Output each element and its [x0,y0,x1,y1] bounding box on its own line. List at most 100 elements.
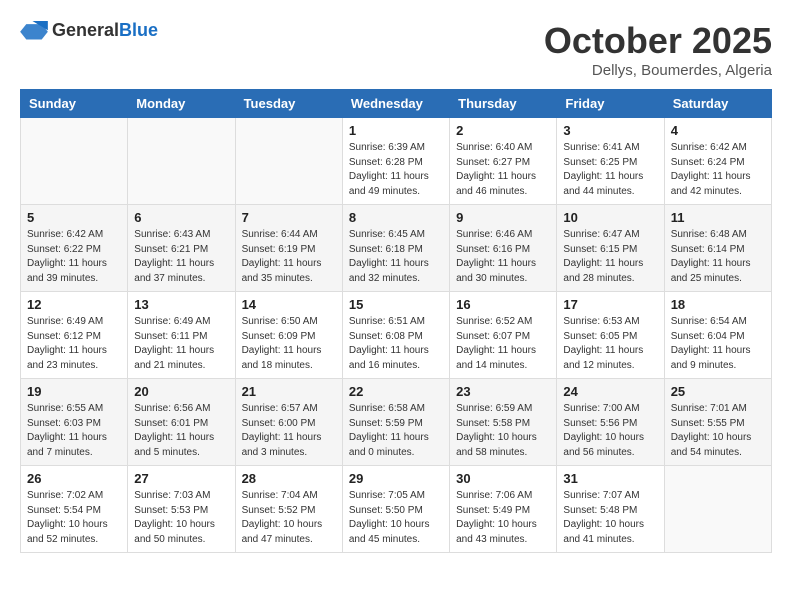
day-info: Sunrise: 6:55 AM Sunset: 6:03 PM Dayligh… [27,402,121,460]
logo-text-general: General [52,20,119,40]
calendar-week-row: 1 Sunrise: 6:39 AM Sunset: 6:28 PM Daylig… [21,118,772,205]
day-number: 25 [671,384,765,399]
day-number: 3 [563,123,657,138]
day-info: Sunrise: 7:01 AM Sunset: 5:55 PM Dayligh… [671,402,765,460]
calendar-cell: 16Sunrise: 6:52 AM Sunset: 6:07 PM Dayli… [450,292,557,379]
day-number: 24 [563,384,657,399]
calendar-cell: 29Sunrise: 7:05 AM Sunset: 5:50 PM Dayli… [342,466,449,553]
day-number: 2 [456,123,550,138]
calendar-cell: 30 Sunrise: 7:06 AM Sunset: 5:49 PM Dayli… [450,466,557,553]
calendar-cell: 13Sunrise: 6:49 AM Sunset: 6:11 PM Dayli… [128,292,235,379]
day-info: Sunrise: 6:42 AM Sunset: 6:24 PM Dayligh… [671,141,765,199]
day-info: Sunrise: 7:00 AM Sunset: 5:56 PM Dayligh… [563,402,657,460]
day-number: 21 [242,384,336,399]
day-number: 10 [563,210,657,225]
calendar-table: SundayMondayTuesdayWednesdayThursdayFrid… [20,89,772,553]
calendar-cell: 3Sunrise: 6:41 AM Sunset: 6:25 PM Daylig… [557,118,664,205]
calendar-cell: 18 Sunrise: 6:54 AM Sunset: 6:04 PM Dayli… [664,292,771,379]
calendar-cell: 24 Sunrise: 7:00 AM Sunset: 5:56 PM Dayli… [557,379,664,466]
day-info: Sunrise: 6:39 AM Sunset: 6:28 PM Dayligh… [349,141,443,199]
day-info: Sunrise: 6:40 AM Sunset: 6:27 PM Dayligh… [456,141,550,199]
calendar-cell [21,118,128,205]
day-number: 9 [456,210,550,225]
calendar-cell: 7 Sunrise: 6:44 AM Sunset: 6:19 PM Daylig… [235,205,342,292]
calendar-cell: 21Sunrise: 6:57 AM Sunset: 6:00 PM Dayli… [235,379,342,466]
day-info: Sunrise: 7:03 AM Sunset: 5:53 PM Dayligh… [134,489,228,547]
day-info: Sunrise: 6:48 AM Sunset: 6:14 PM Dayligh… [671,228,765,286]
day-info: Sunrise: 6:49 AM Sunset: 6:11 PM Dayligh… [134,315,228,373]
calendar-cell: 15 Sunrise: 6:51 AM Sunset: 6:08 PM Dayli… [342,292,449,379]
title-area: October 2025 Dellys, Boumerdes, Algeria [544,20,772,79]
day-number: 19 [27,384,121,399]
weekday-header-thursday: Thursday [450,90,557,118]
day-number: 12 [27,297,121,312]
day-number: 18 [671,297,765,312]
calendar-cell: 10 Sunrise: 6:47 AM Sunset: 6:15 PM Dayli… [557,205,664,292]
day-number: 27 [134,471,228,486]
calendar-cell: 2 Sunrise: 6:40 AM Sunset: 6:27 PM Daylig… [450,118,557,205]
calendar-cell: 14Sunrise: 6:50 AM Sunset: 6:09 PM Dayli… [235,292,342,379]
weekday-header-row: SundayMondayTuesdayWednesdayThursdayFrid… [21,90,772,118]
logo: GeneralBlue [20,20,158,41]
day-info: Sunrise: 6:53 AM Sunset: 6:05 PM Dayligh… [563,315,657,373]
calendar-cell [128,118,235,205]
calendar-cell: 27 Sunrise: 7:03 AM Sunset: 5:53 PM Dayli… [128,466,235,553]
calendar-cell: 9Sunrise: 6:46 AM Sunset: 6:16 PM Daylig… [450,205,557,292]
calendar-week-row: 19 Sunrise: 6:55 AM Sunset: 6:03 PM Dayli… [21,379,772,466]
calendar-cell: 31 Sunrise: 7:07 AM Sunset: 5:48 PM Dayli… [557,466,664,553]
weekday-header-monday: Monday [128,90,235,118]
calendar-week-row: 26 Sunrise: 7:02 AM Sunset: 5:54 PM Dayli… [21,466,772,553]
calendar-cell: 26 Sunrise: 7:02 AM Sunset: 5:54 PM Dayli… [21,466,128,553]
logo-icon [20,21,48,41]
day-number: 7 [242,210,336,225]
calendar-cell [235,118,342,205]
day-number: 29 [349,471,443,486]
day-number: 15 [349,297,443,312]
calendar-cell: 28 Sunrise: 7:04 AM Sunset: 5:52 PM Dayli… [235,466,342,553]
calendar-cell: 17 Sunrise: 6:53 AM Sunset: 6:05 PM Dayli… [557,292,664,379]
weekday-header-wednesday: Wednesday [342,90,449,118]
day-info: Sunrise: 7:04 AM Sunset: 5:52 PM Dayligh… [242,489,336,547]
calendar-cell: 1 Sunrise: 6:39 AM Sunset: 6:28 PM Daylig… [342,118,449,205]
day-info: Sunrise: 6:50 AM Sunset: 6:09 PM Dayligh… [242,315,336,373]
weekday-header-sunday: Sunday [21,90,128,118]
calendar-cell: 12Sunrise: 6:49 AM Sunset: 6:12 PM Dayli… [21,292,128,379]
day-info: Sunrise: 6:45 AM Sunset: 6:18 PM Dayligh… [349,228,443,286]
day-number: 26 [27,471,121,486]
calendar-week-row: 12Sunrise: 6:49 AM Sunset: 6:12 PM Dayli… [21,292,772,379]
location-subtitle: Dellys, Boumerdes, Algeria [544,62,772,79]
day-number: 6 [134,210,228,225]
weekday-header-saturday: Saturday [664,90,771,118]
day-number: 22 [349,384,443,399]
day-number: 20 [134,384,228,399]
day-info: Sunrise: 6:56 AM Sunset: 6:01 PM Dayligh… [134,402,228,460]
day-number: 11 [671,210,765,225]
calendar-cell: 20 Sunrise: 6:56 AM Sunset: 6:01 PM Dayli… [128,379,235,466]
calendar-cell: 22Sunrise: 6:58 AM Sunset: 5:59 PM Dayli… [342,379,449,466]
day-info: Sunrise: 6:59 AM Sunset: 5:58 PM Dayligh… [456,402,550,460]
logo-text-blue: Blue [119,20,158,40]
day-info: Sunrise: 7:07 AM Sunset: 5:48 PM Dayligh… [563,489,657,547]
day-info: Sunrise: 6:42 AM Sunset: 6:22 PM Dayligh… [27,228,121,286]
calendar-cell: 6Sunrise: 6:43 AM Sunset: 6:21 PM Daylig… [128,205,235,292]
day-info: Sunrise: 6:44 AM Sunset: 6:19 PM Dayligh… [242,228,336,286]
calendar-cell: 4Sunrise: 6:42 AM Sunset: 6:24 PM Daylig… [664,118,771,205]
weekday-header-friday: Friday [557,90,664,118]
day-number: 17 [563,297,657,312]
day-info: Sunrise: 7:02 AM Sunset: 5:54 PM Dayligh… [27,489,121,547]
calendar-cell: 8 Sunrise: 6:45 AM Sunset: 6:18 PM Daylig… [342,205,449,292]
day-number: 31 [563,471,657,486]
day-number: 23 [456,384,550,399]
day-number: 28 [242,471,336,486]
calendar-cell: 19 Sunrise: 6:55 AM Sunset: 6:03 PM Dayli… [21,379,128,466]
day-info: Sunrise: 6:51 AM Sunset: 6:08 PM Dayligh… [349,315,443,373]
day-info: Sunrise: 6:54 AM Sunset: 6:04 PM Dayligh… [671,315,765,373]
day-info: Sunrise: 7:06 AM Sunset: 5:49 PM Dayligh… [456,489,550,547]
calendar-cell: 11 Sunrise: 6:48 AM Sunset: 6:14 PM Dayli… [664,205,771,292]
day-number: 5 [27,210,121,225]
day-number: 8 [349,210,443,225]
day-number: 30 [456,471,550,486]
day-number: 1 [349,123,443,138]
day-info: Sunrise: 6:47 AM Sunset: 6:15 PM Dayligh… [563,228,657,286]
day-number: 16 [456,297,550,312]
